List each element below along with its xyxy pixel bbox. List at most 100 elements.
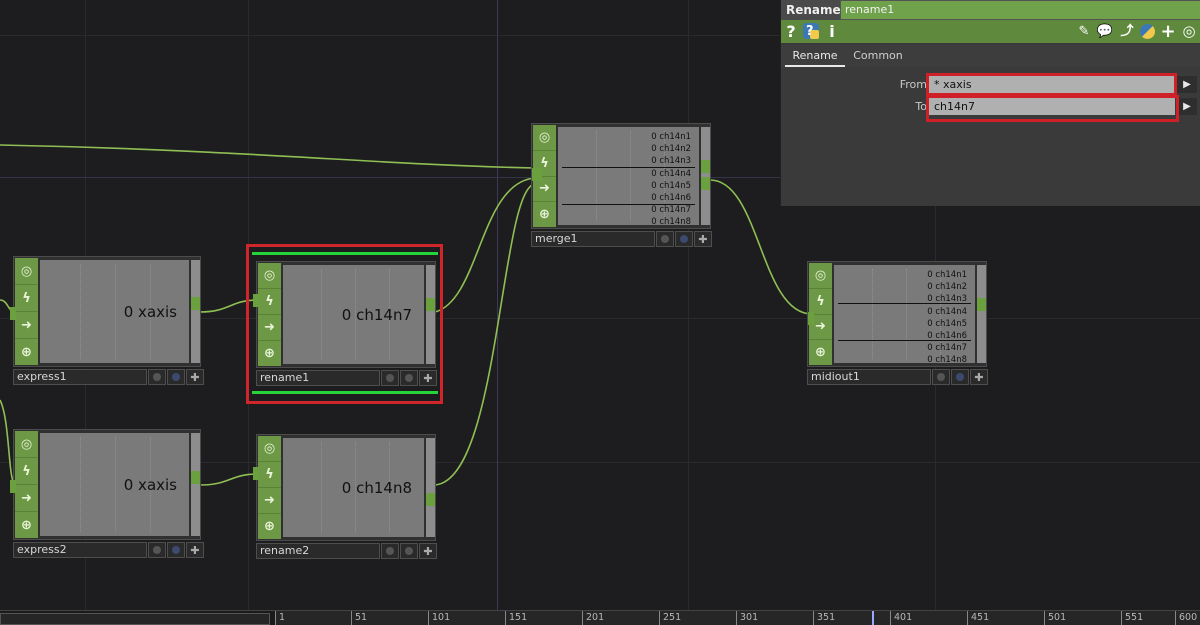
output-tab[interactable] xyxy=(191,297,200,310)
lock-icon[interactable]: ⊕ xyxy=(15,512,38,538)
node-body[interactable]: ◎ ϟ ➜ ⊕ 0 xaxis xyxy=(10,256,201,367)
bypass-icon[interactable]: ϟ xyxy=(258,462,281,488)
channel-value: 0 ch14n5 xyxy=(651,180,691,191)
pin-button[interactable]: ✚ xyxy=(186,369,204,385)
node-name[interactable]: midiout1 xyxy=(807,369,931,385)
cook-flag-button[interactable] xyxy=(381,543,399,559)
output-tab[interactable] xyxy=(977,298,986,311)
cook-flag-button[interactable] xyxy=(148,542,166,558)
display-arrow-icon[interactable]: ➜ xyxy=(15,485,38,512)
pin-button[interactable]: ✚ xyxy=(419,543,437,559)
node-body[interactable]: ◎ ϟ ➜ ⊕ 0 ch14n1 0 ch14n2 0 ch14n3 0 ch1… xyxy=(807,261,987,367)
output-tab[interactable] xyxy=(701,160,710,173)
viewer-icon[interactable]: ◎ xyxy=(533,125,556,151)
cook-flag-button[interactable] xyxy=(932,369,950,385)
pin-button[interactable]: ✚ xyxy=(970,369,988,385)
input-connector[interactable] xyxy=(808,312,814,325)
add-icon[interactable]: + xyxy=(1159,20,1177,43)
lock-icon[interactable]: ⊕ xyxy=(258,341,281,366)
output-connector[interactable] xyxy=(701,127,710,225)
timeline[interactable]: 1 51 101 151 201 251 301 351 401 451 501… xyxy=(0,610,1200,625)
bypass-icon[interactable]: ϟ xyxy=(258,289,281,315)
python-icon[interactable] xyxy=(1137,20,1157,43)
input-connector[interactable] xyxy=(253,294,259,307)
cook-flag-button[interactable] xyxy=(656,231,674,247)
node-merge1[interactable]: ◎ ϟ ➜ ⊕ 0 ch14n1 0 ch14n2 0 ch14n3 0 ch1… xyxy=(531,123,712,248)
target-icon[interactable]: ◎ xyxy=(1179,20,1199,43)
python-help-button[interactable]: ? xyxy=(801,20,821,43)
node-name[interactable]: merge1 xyxy=(531,231,655,247)
lock-icon[interactable]: ⊕ xyxy=(533,202,556,227)
pin-button[interactable]: ✚ xyxy=(419,370,437,386)
output-connector[interactable] xyxy=(426,438,435,537)
node-body[interactable]: ◎ ϟ ➜ ⊕ 0 ch14n8 xyxy=(253,434,436,541)
pin-button[interactable]: ✚ xyxy=(186,542,204,558)
input-connector[interactable] xyxy=(532,168,542,181)
tab-common[interactable]: Common xyxy=(847,45,909,67)
display-flag-button[interactable] xyxy=(675,231,693,247)
timeline-ruler[interactable]: 1 51 101 151 201 251 301 351 401 451 501… xyxy=(275,611,1200,625)
node-name[interactable]: rename1 xyxy=(256,370,380,386)
node-express1[interactable]: ◎ ϟ ➜ ⊕ 0 xaxis express1 ✚ xyxy=(10,256,204,386)
viewer-icon[interactable]: ◎ xyxy=(258,436,281,462)
output-connector[interactable] xyxy=(977,265,986,363)
lock-icon[interactable]: ⊕ xyxy=(15,339,38,365)
from-menu-arrow[interactable]: ▶ xyxy=(1177,76,1197,93)
clone-icon[interactable]: ⤴ xyxy=(1117,20,1137,43)
lock-icon[interactable]: ⊕ xyxy=(258,514,281,539)
comment-icon[interactable]: 💬 xyxy=(1095,20,1115,43)
display-flag-button[interactable] xyxy=(167,369,185,385)
output-connector[interactable] xyxy=(191,260,200,363)
node-body[interactable]: ◎ ϟ ➜ ⊕ 0 ch14n1 0 ch14n2 0 ch14n3 0 ch1… xyxy=(531,123,711,229)
viewer-icon[interactable]: ◎ xyxy=(258,263,281,289)
bypass-icon[interactable]: ϟ xyxy=(15,285,38,312)
viewer-icon[interactable]: ◎ xyxy=(15,258,38,285)
tab-rename[interactable]: Rename xyxy=(785,45,845,67)
node-express2[interactable]: ◎ ϟ ➜ ⊕ 0 xaxis express2 ✚ xyxy=(10,429,204,559)
viewer-icon[interactable]: ◎ xyxy=(15,431,38,458)
lock-icon[interactable]: ⊕ xyxy=(809,340,832,365)
timeline-playhead[interactable] xyxy=(872,611,874,625)
node-name[interactable]: express1 xyxy=(13,369,147,385)
display-flag-button[interactable] xyxy=(400,370,418,386)
help-button[interactable]: ? xyxy=(783,20,799,43)
to-menu-arrow[interactable]: ▶ xyxy=(1177,98,1197,115)
display-arrow-icon[interactable]: ➜ xyxy=(15,312,38,339)
output-tab[interactable] xyxy=(426,298,435,311)
display-flag-button[interactable] xyxy=(167,542,185,558)
display-flag-button[interactable] xyxy=(951,369,969,385)
channel-value: 0 ch14n1 xyxy=(651,132,691,142)
input-connector[interactable] xyxy=(253,467,259,480)
output-tab[interactable] xyxy=(701,177,710,190)
node-rename1[interactable]: ◎ ϟ ➜ ⊕ 0 ch14n7 rename1 ✚ xyxy=(253,261,437,387)
timeline-field[interactable] xyxy=(0,613,270,625)
display-arrow-icon[interactable]: ➜ xyxy=(258,315,281,341)
node-body[interactable]: ◎ ϟ ➜ ⊕ 0 xaxis xyxy=(10,429,201,540)
node-body[interactable]: ◎ ϟ ➜ ⊕ 0 ch14n7 xyxy=(253,261,436,368)
display-flag-button[interactable] xyxy=(400,543,418,559)
output-connector[interactable] xyxy=(426,265,435,364)
cook-flag-button[interactable] xyxy=(381,370,399,386)
input-connector[interactable] xyxy=(10,307,16,320)
pencil-icon[interactable]: ✎ xyxy=(1075,20,1093,43)
from-highlight xyxy=(926,73,1177,96)
node-name[interactable]: express2 xyxy=(13,542,147,558)
node-rename2[interactable]: ◎ ϟ ➜ ⊕ 0 ch14n8 rename2 ✚ xyxy=(253,434,437,560)
input-connector[interactable] xyxy=(10,480,16,493)
node-midiout1[interactable]: ◎ ϟ ➜ ⊕ 0 ch14n1 0 ch14n2 0 ch14n3 0 ch1… xyxy=(807,261,988,386)
op-name-field[interactable]: rename1 xyxy=(841,1,1200,19)
display-arrow-icon[interactable]: ➜ xyxy=(258,488,281,514)
viewer-grid xyxy=(80,437,81,532)
pin-button[interactable]: ✚ xyxy=(694,231,712,247)
output-connector[interactable] xyxy=(191,433,200,536)
output-tab[interactable] xyxy=(426,493,435,506)
node-viewer: 0 xaxis xyxy=(40,260,189,363)
bypass-icon[interactable]: ϟ xyxy=(809,289,832,315)
info-button[interactable]: i xyxy=(825,20,839,43)
output-tab[interactable] xyxy=(191,471,200,484)
bypass-icon[interactable]: ϟ xyxy=(15,458,38,485)
channel-value: 0 ch14n2 xyxy=(927,282,967,293)
node-name[interactable]: rename2 xyxy=(256,543,380,559)
cook-flag-button[interactable] xyxy=(148,369,166,385)
viewer-icon[interactable]: ◎ xyxy=(809,263,832,289)
